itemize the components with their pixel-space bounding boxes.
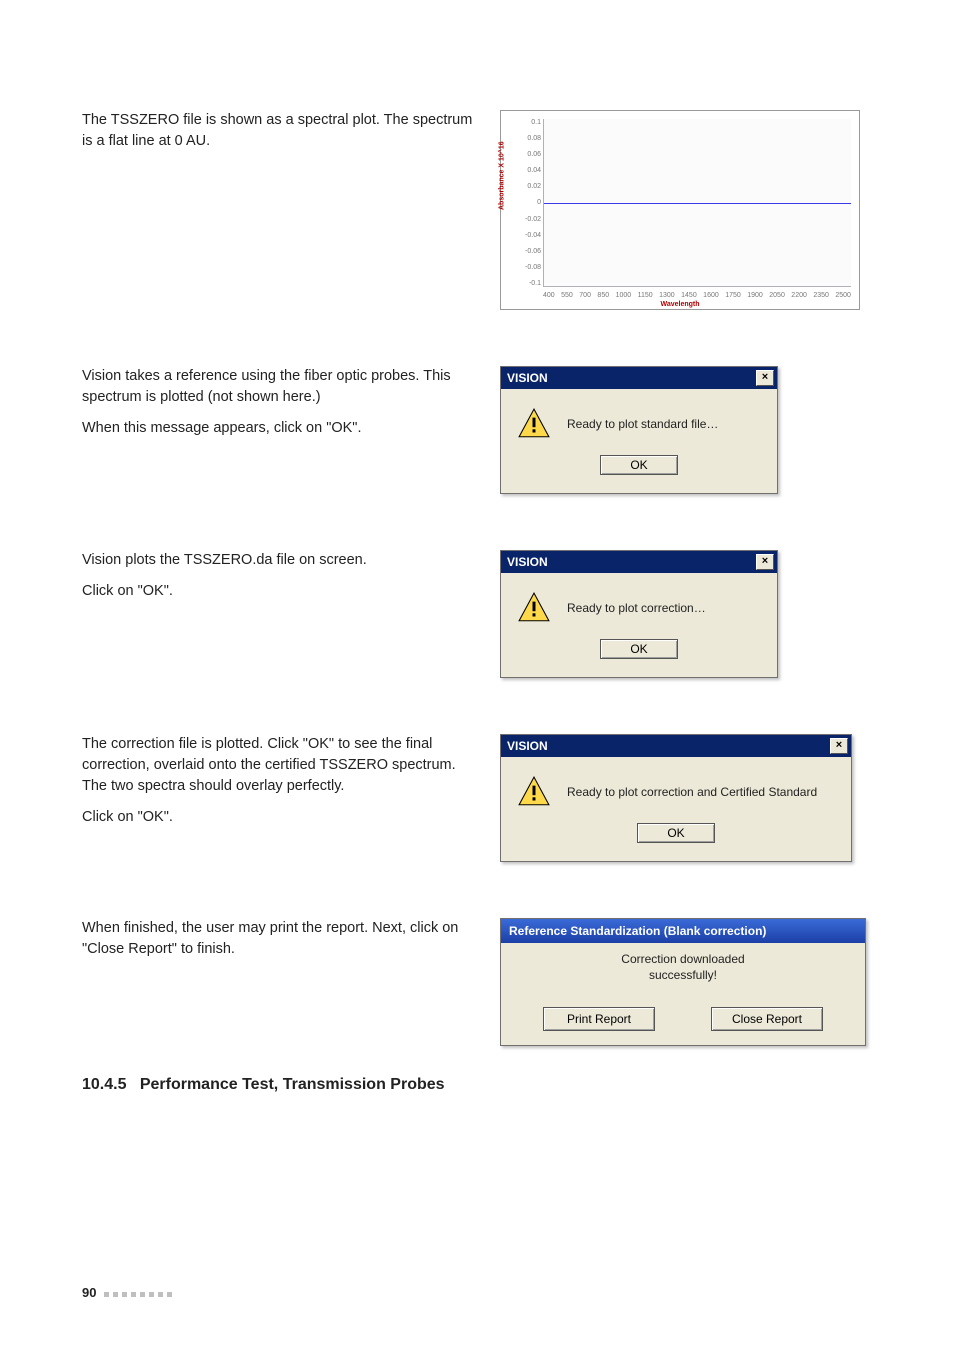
footer-dots-icon xyxy=(104,1285,176,1300)
paragraph: Vision takes a reference using the fiber… xyxy=(82,366,482,408)
section-heading: 10.4.5 Performance Test, Transmission Pr… xyxy=(82,1076,872,1094)
vision-dialog-correction: VISION × Ready to plot correction… OK xyxy=(500,550,778,678)
dialog-titlebar: Reference Standardization (Blank correct… xyxy=(501,919,865,943)
step-text: Vision plots the TSSZERO.da file on scre… xyxy=(82,550,500,612)
ok-button[interactable]: OK xyxy=(600,639,678,659)
dialog-title: Reference Standardization (Blank correct… xyxy=(509,924,766,938)
paragraph: Click on "OK". xyxy=(82,581,482,602)
step-text: Vision takes a reference using the fiber… xyxy=(82,366,500,449)
step-row: Vision takes a reference using the fiber… xyxy=(82,366,872,494)
vision-dialog-standard: VISION × Ready to plot standard file… OK xyxy=(500,366,778,494)
paragraph: When this message appears, click on "OK"… xyxy=(82,418,482,439)
step-row: The TSSZERO file is shown as a spectral … xyxy=(82,110,872,310)
dialog-message: Correction downloaded successfully! xyxy=(501,943,865,989)
dialog-titlebar: VISION × xyxy=(501,735,851,757)
warning-icon xyxy=(517,407,551,441)
close-icon[interactable]: × xyxy=(756,554,774,570)
step-text: When finished, the user may print the re… xyxy=(82,918,500,970)
dialog-message: Ready to plot correction… xyxy=(567,601,706,615)
step-text: The correction file is plotted. Click "O… xyxy=(82,734,500,838)
dialog-message: Ready to plot standard file… xyxy=(567,417,718,431)
ok-button[interactable]: OK xyxy=(637,823,715,843)
close-icon[interactable]: × xyxy=(830,738,848,754)
dialog-title: VISION xyxy=(507,371,548,385)
page-number: 90 xyxy=(82,1285,96,1300)
warning-icon xyxy=(517,591,551,625)
vision-dialog-certified: VISION × Ready to plot correction and Ce… xyxy=(500,734,852,862)
section-title: Performance Test, Transmission Probes xyxy=(140,1076,445,1093)
chart-xlabel: Wavelength xyxy=(501,301,859,308)
chart-xticks: 400 550 700 850 1000 1150 1300 1450 1600… xyxy=(543,292,851,299)
step-text: The TSSZERO file is shown as a spectral … xyxy=(82,110,500,162)
spectral-plot-thumbnail: Absorbance X 10^16 0.1 0.08 0.06 0.04 0.… xyxy=(500,110,860,310)
paragraph: When finished, the user may print the re… xyxy=(82,918,482,960)
print-report-button[interactable]: Print Report xyxy=(543,1007,655,1031)
dialog-titlebar: VISION × xyxy=(501,367,777,389)
paragraph: Click on "OK". xyxy=(82,807,482,828)
chart-ylabel: Absorbance X 10^16 xyxy=(499,141,506,210)
section-number: 10.4.5 xyxy=(82,1076,126,1093)
step-row: When finished, the user may print the re… xyxy=(82,918,872,1046)
dialog-title: VISION xyxy=(507,555,548,569)
chart-zero-line xyxy=(544,203,851,204)
close-icon[interactable]: × xyxy=(756,370,774,386)
chart-yticks: 0.1 0.08 0.06 0.04 0.02 0 -0.02 -0.04 -0… xyxy=(511,119,541,287)
paragraph: Vision plots the TSSZERO.da file on scre… xyxy=(82,550,482,571)
reference-standardization-dialog: Reference Standardization (Blank correct… xyxy=(500,918,866,1046)
step-row: Vision plots the TSSZERO.da file on scre… xyxy=(82,550,872,678)
chart-plot-area xyxy=(543,119,851,287)
dialog-title: VISION xyxy=(507,739,548,753)
dialog-titlebar: VISION × xyxy=(501,551,777,573)
page-footer: 90 xyxy=(82,1285,176,1300)
close-report-button[interactable]: Close Report xyxy=(711,1007,823,1031)
paragraph: The correction file is plotted. Click "O… xyxy=(82,734,482,797)
ok-button[interactable]: OK xyxy=(600,455,678,475)
dialog-message: Ready to plot correction and Certified S… xyxy=(567,785,817,799)
paragraph: The TSSZERO file is shown as a spectral … xyxy=(82,110,482,152)
warning-icon xyxy=(517,775,551,809)
step-row: The correction file is plotted. Click "O… xyxy=(82,734,872,862)
